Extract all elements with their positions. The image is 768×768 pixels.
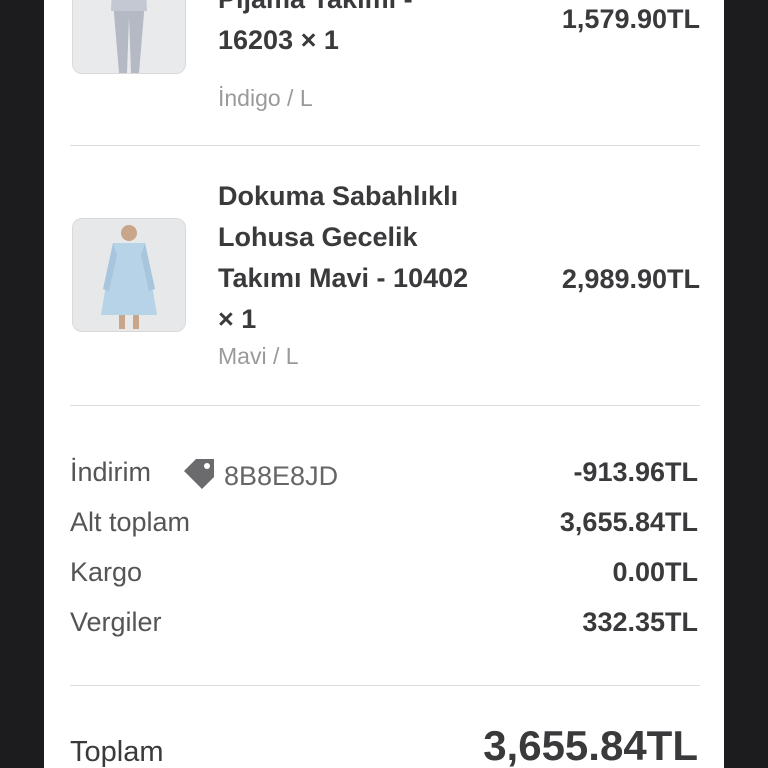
subtotal-value: 3,655.84TL (559, 507, 698, 537)
line-item: Dokuma Sabahlıklı Lohusa Gecelik Takımı … (70, 176, 700, 376)
total-value: 3,655.84TL (483, 722, 698, 768)
product-price: 1,579.90TL (561, 4, 700, 34)
discount-row: İndirim 8B8E8JD -913.96TL (70, 457, 698, 493)
product-name: Pijama Takımı - 16203 × 1 (218, 0, 413, 55)
tag-icon (184, 459, 214, 489)
line-item: Pijama Takımı - 16203 × 1 İndigo / L 1,5… (70, 0, 700, 140)
discount-value: -913.96TL (573, 457, 698, 487)
divider (70, 145, 700, 146)
divider (70, 405, 700, 406)
product-variant: İndigo / L (218, 85, 313, 111)
product-thumbnail (72, 0, 186, 74)
shipping-value: 0.00TL (612, 557, 698, 587)
shipping-row: Kargo 0.00TL (70, 557, 698, 593)
nightgown-product-image (73, 219, 185, 331)
discount-code: 8B8E8JD (224, 461, 339, 491)
taxes-row: Vergiler 332.35TL (70, 607, 698, 643)
pajama-product-image (73, 0, 185, 73)
taxes-label: Vergiler (70, 607, 162, 637)
order-summary-panel: Pijama Takımı - 16203 × 1 İndigo / L 1,5… (44, 0, 724, 768)
discount-label: İndirim (70, 457, 152, 487)
subtotal-row: Alt toplam 3,655.84TL (70, 507, 698, 543)
product-thumbnail (72, 218, 186, 332)
product-price: 2,989.90TL (561, 264, 700, 294)
product-variant: Mavi / L (218, 343, 299, 369)
product-name: Dokuma Sabahlıklı Lohusa Gecelik Takımı … (218, 181, 469, 334)
divider (70, 685, 700, 686)
discount-code-group: 8B8E8JD (182, 457, 338, 492)
shipping-label: Kargo (70, 557, 143, 587)
subtotal-label: Alt toplam (70, 507, 191, 537)
total-label: Toplam (70, 736, 164, 768)
taxes-value: 332.35TL (582, 607, 698, 637)
